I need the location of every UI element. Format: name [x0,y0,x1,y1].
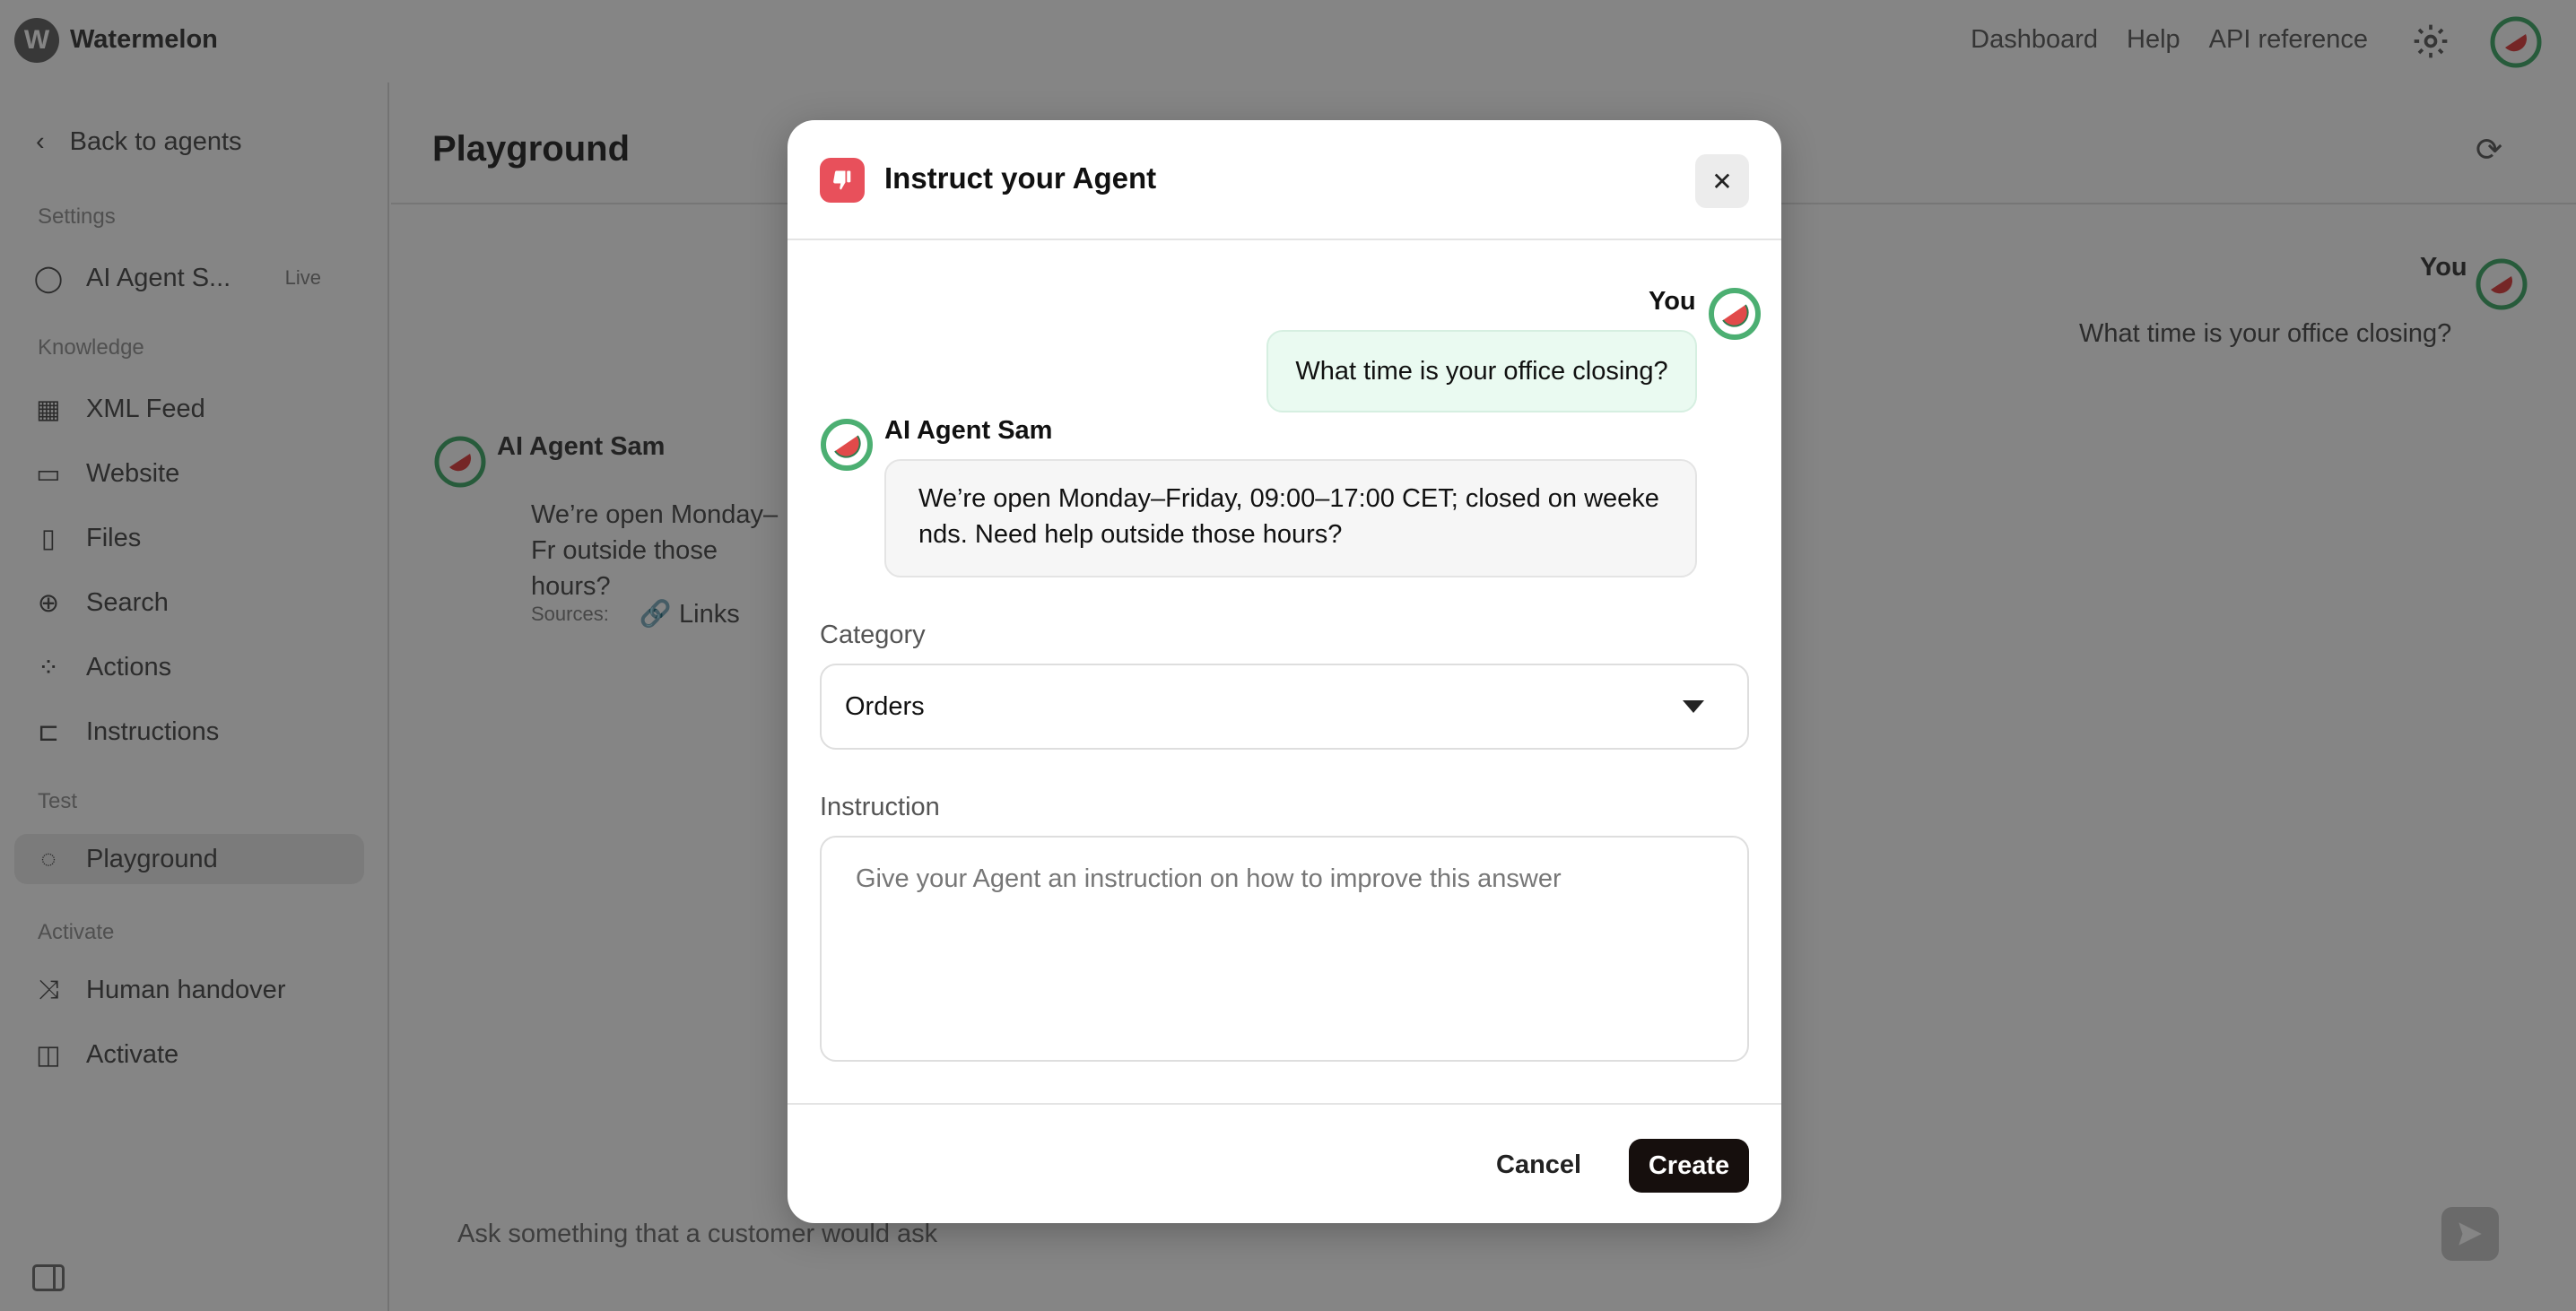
caret-down-icon [1683,700,1704,713]
you-label: You [1649,287,1696,316]
close-button[interactable]: ✕ [1695,154,1749,208]
category-label: Category [820,621,926,649]
user-message-bubble: What time is your office closing? [1266,330,1697,412]
close-icon: ✕ [1711,167,1733,195]
cancel-button[interactable]: Cancel [1496,1137,1581,1193]
instruct-agent-dialog: Instruct your Agent ✕ You What time is y… [788,120,1781,1223]
watermelon-avatar-icon [821,419,873,471]
thumbs-down-icon [820,158,865,203]
category-value: Orders [845,691,925,721]
instruction-field[interactable] [820,836,1749,1062]
category-select[interactable]: Orders [820,664,1749,750]
watermelon-avatar-icon [1709,288,1761,340]
create-button[interactable]: Create [1629,1139,1749,1193]
instruction-label: Instruction [820,793,940,821]
ai-agent-name: AI Agent Sam [884,416,1053,445]
dialog-title: Instruct your Agent [884,161,1157,195]
dialog-header: Instruct your Agent ✕ [788,120,1781,240]
ai-message-bubble: We’re open Monday–Friday, 09:00–17:00 CE… [884,459,1697,577]
dialog-footer: Cancel Create [788,1103,1781,1223]
